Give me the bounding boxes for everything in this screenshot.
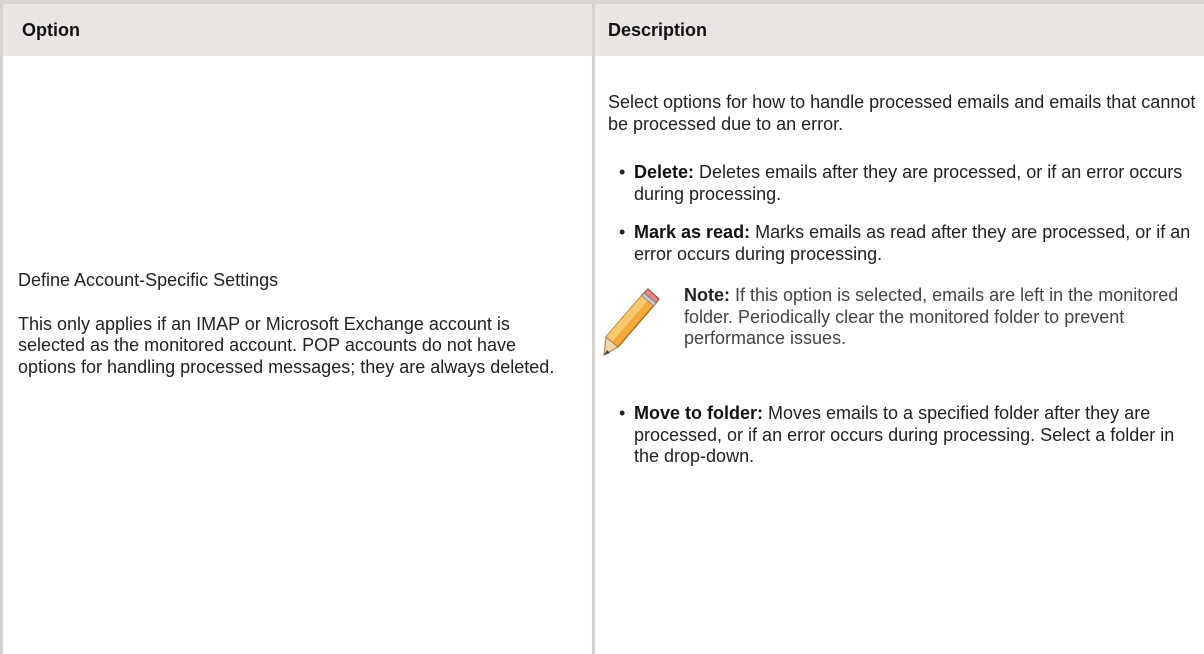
- note-label: Note:: [684, 285, 730, 305]
- bullet-icon: •: [619, 403, 626, 423]
- description-intro: Select options for how to handle process…: [608, 92, 1196, 134]
- bullet-text: Deletes emails after they are processed,…: [634, 162, 1183, 204]
- list-item-delete: • Delete: Deletes emails after they are …: [608, 162, 1204, 205]
- bullet-term: Mark as read:: [634, 222, 751, 242]
- table-column-divider: [592, 0, 595, 654]
- table-left-border: [0, 0, 3, 654]
- bullet-term: Move to folder:: [634, 403, 763, 423]
- note-body: If this option is selected, emails are l…: [684, 285, 1179, 348]
- list-item-move-to-folder: • Move to folder: Moves emails to a spec…: [608, 403, 1204, 468]
- option-body: This only applies if an IMAP or Microsof…: [18, 313, 555, 377]
- options-table: Option Description Define Account-Specif…: [0, 0, 1204, 654]
- table-header-row: Option Description: [0, 0, 1204, 56]
- bullet-term: Delete:: [634, 162, 695, 182]
- description-cell: Select options for how to handle process…: [603, 92, 1204, 485]
- pencil-icon: [598, 287, 660, 359]
- header-description: Description: [608, 20, 708, 40]
- option-cell: Define Account-Specific Settings This on…: [18, 270, 578, 378]
- list-item-mark-as-read: • Mark as read: Marks emails as read aft…: [608, 222, 1204, 265]
- note-text: Note: If this option is selected, emails…: [684, 285, 1204, 350]
- header-option: Option: [22, 20, 80, 40]
- note-callout: Note: If this option is selected, emails…: [598, 285, 1204, 403]
- option-title: Define Account-Specific Settings: [18, 270, 279, 290]
- bullet-icon: •: [619, 222, 626, 242]
- bullet-icon: •: [619, 162, 626, 182]
